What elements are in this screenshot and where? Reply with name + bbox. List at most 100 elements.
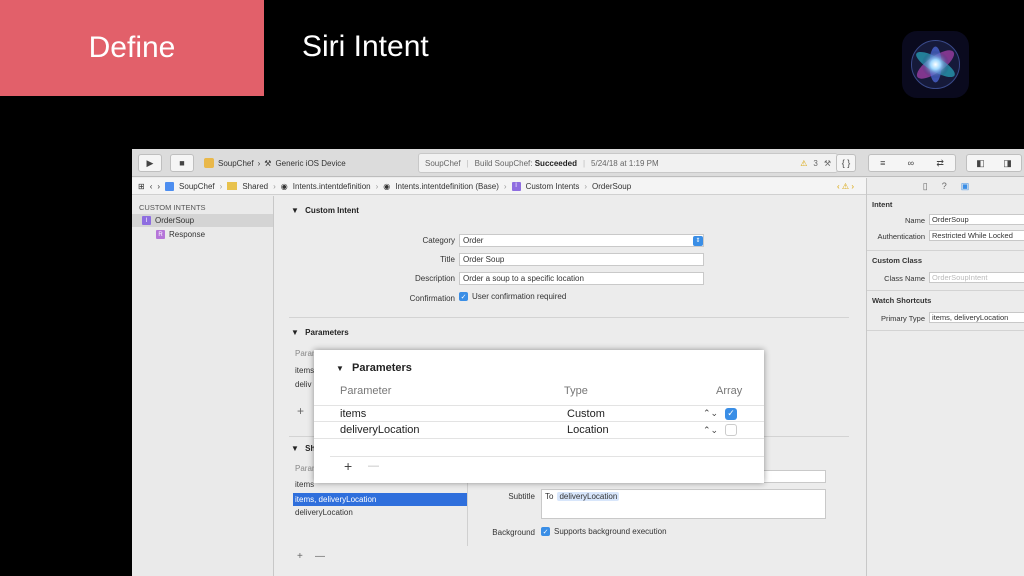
project-icon: [165, 181, 175, 191]
description-label: Description: [414, 274, 455, 283]
chevron-right-icon: ›: [257, 158, 261, 168]
shortcuts-section-title: ▼ Sh: [291, 444, 316, 453]
divider: [867, 290, 1024, 291]
primary-type-select[interactable]: items, deliveryLocation: [929, 312, 1024, 323]
divider: [867, 330, 1024, 331]
name-field[interactable]: OrderSoup: [929, 214, 1024, 225]
parameters-zoom-panel: ▼ Parameters Parameter Type Array items …: [314, 350, 764, 483]
category-select[interactable]: Order ⇕: [459, 234, 704, 247]
disclosure-triangle-icon[interactable]: ▼: [291, 206, 299, 215]
file-inspector-icon[interactable]: ▯: [923, 181, 928, 192]
shortcut-row[interactable]: deliveryLocation: [295, 508, 353, 517]
custom-class-section-title: Custom Class: [872, 256, 923, 265]
jump-item[interactable]: Custom Intents: [526, 182, 580, 191]
description-field[interactable]: Order a soup to a specific location: [459, 272, 704, 285]
remove-icon[interactable]: —: [315, 551, 325, 562]
authentication-select[interactable]: Restricted While Locked: [929, 230, 1024, 241]
app-icon: [204, 158, 214, 168]
assistant-editor-icon[interactable]: ∞: [908, 158, 914, 168]
back-icon[interactable]: ‹: [150, 182, 153, 191]
custom-intent-section-title: ▼ Custom Intent: [291, 206, 359, 215]
inspector-toggle-icon[interactable]: ◨: [1003, 158, 1012, 169]
jump-bar: ⊞ ‹ › SoupChef › Shared › ◉ Intents.inte…: [132, 178, 866, 195]
version-editor-icon[interactable]: ⇄: [936, 158, 944, 169]
name-label: Name: [904, 216, 925, 225]
forward-icon[interactable]: ›: [157, 182, 160, 191]
standard-editor-icon[interactable]: ≡: [880, 158, 885, 168]
title-field[interactable]: Order Soup: [459, 253, 704, 266]
disclosure-triangle-icon[interactable]: ▼: [336, 364, 344, 373]
chevron-right-icon: ›: [375, 181, 379, 191]
subtitle-field[interactable]: To deliveryLocation: [541, 489, 826, 519]
warning-icon[interactable]: ‹ ⚠ ›: [837, 182, 854, 191]
inspector-tabs: ▯ ? ▣: [867, 178, 1024, 195]
jump-item[interactable]: Intents.intentdefinition (Base): [395, 182, 499, 191]
nav-item-ordersoup[interactable]: I OrderSoup: [132, 214, 273, 227]
class-name-label: Class Name: [884, 274, 925, 283]
col-type-header: Type: [564, 385, 588, 397]
jump-item[interactable]: Shared: [242, 182, 268, 191]
param-type[interactable]: Custom: [567, 408, 605, 420]
status-app: SoupChef: [425, 158, 461, 168]
braces-icon: { }: [841, 158, 851, 168]
param-type[interactable]: Location: [567, 424, 609, 436]
status-result: Succeeded: [534, 158, 577, 168]
checkmark-icon: ✓: [459, 292, 468, 301]
parameters-section-title: ▼ Parameters: [291, 328, 349, 337]
grid-icon[interactable]: ⊞: [138, 182, 145, 191]
chevron-updown-icon[interactable]: ⌃⌄: [703, 408, 718, 419]
chevron-right-icon: ›: [584, 181, 588, 191]
watch-shortcuts-section-title: Watch Shortcuts: [872, 296, 932, 305]
panel-toggle-group: ◧ ◨: [966, 154, 1022, 172]
scheme-name: SoupChef: [218, 158, 254, 168]
authentication-label: Authentication: [877, 232, 925, 241]
nav-item-response[interactable]: R Response: [132, 228, 273, 241]
stop-button[interactable]: ■: [170, 154, 194, 172]
category-label: Category: [422, 236, 455, 245]
disclosure-triangle-icon[interactable]: ▼: [291, 328, 299, 337]
param-row[interactable]: deliv: [295, 380, 311, 389]
scheme-selector[interactable]: SoupChef › ⚒ Generic iOS Device: [204, 154, 346, 172]
confirmation-checkbox[interactable]: ✓ User confirmation required: [459, 292, 566, 301]
intent-badge-icon: I: [142, 216, 151, 225]
status-text: Build SoupChef:: [474, 158, 535, 168]
background-label: Background: [492, 528, 535, 537]
inspector-panel: ▯ ? ▣ Intent Name OrderSoup Authenticati…: [866, 178, 1024, 576]
checkmark-icon: ✓: [541, 527, 550, 536]
param-name: items: [340, 407, 367, 420]
array-checkbox-checked[interactable]: ✓: [725, 407, 737, 420]
divider: [289, 317, 849, 318]
siri-logo-icon: [902, 31, 969, 98]
navigator-header: CUSTOM INTENTS: [139, 203, 206, 212]
chevron-updown-icon[interactable]: ⌃⌄: [703, 425, 718, 436]
activity-status: SoupChef | Build SoupChef: Succeeded | 5…: [418, 153, 838, 173]
navigator-toggle-icon[interactable]: ◧: [976, 158, 985, 169]
jump-item[interactable]: Intents.intentdefinition: [293, 182, 371, 191]
param-row-items[interactable]: items Custom ⌃⌄ ✓: [314, 405, 764, 422]
help-icon[interactable]: ?: [942, 181, 947, 191]
jump-item[interactable]: OrderSoup: [592, 182, 631, 191]
warning-icon[interactable]: ⚠: [800, 159, 807, 168]
class-name-field[interactable]: OrderSoupIntent: [929, 272, 1024, 283]
intent-badge-icon: I: [511, 181, 521, 191]
attributes-inspector-icon[interactable]: ▣: [961, 181, 970, 192]
remove-parameter-button[interactable]: —: [368, 460, 379, 472]
destination-name: Generic iOS Device: [275, 158, 346, 168]
hammer-icon: ⚒: [823, 158, 831, 168]
add-icon[interactable]: +: [297, 551, 303, 562]
shortcut-row[interactable]: items: [295, 480, 314, 489]
add-parameter-button[interactable]: +: [344, 458, 352, 474]
library-button[interactable]: { }: [836, 154, 856, 172]
array-checkbox-unchecked[interactable]: [725, 424, 737, 436]
chevron-right-icon: ›: [503, 181, 507, 191]
variable-token[interactable]: deliveryLocation: [557, 492, 620, 501]
folder-icon: [227, 182, 238, 190]
param-row[interactable]: items: [295, 366, 314, 375]
chevron-right-icon: ›: [219, 181, 223, 191]
disclosure-triangle-icon[interactable]: ▼: [291, 444, 299, 453]
jump-item[interactable]: SoupChef: [179, 182, 215, 191]
param-row-deliverylocation[interactable]: deliveryLocation Location ⌃⌄: [314, 422, 764, 439]
run-button[interactable]: ▶: [138, 154, 162, 172]
background-checkbox[interactable]: ✓ Supports background execution: [541, 527, 667, 536]
add-icon[interactable]: +: [297, 404, 304, 418]
